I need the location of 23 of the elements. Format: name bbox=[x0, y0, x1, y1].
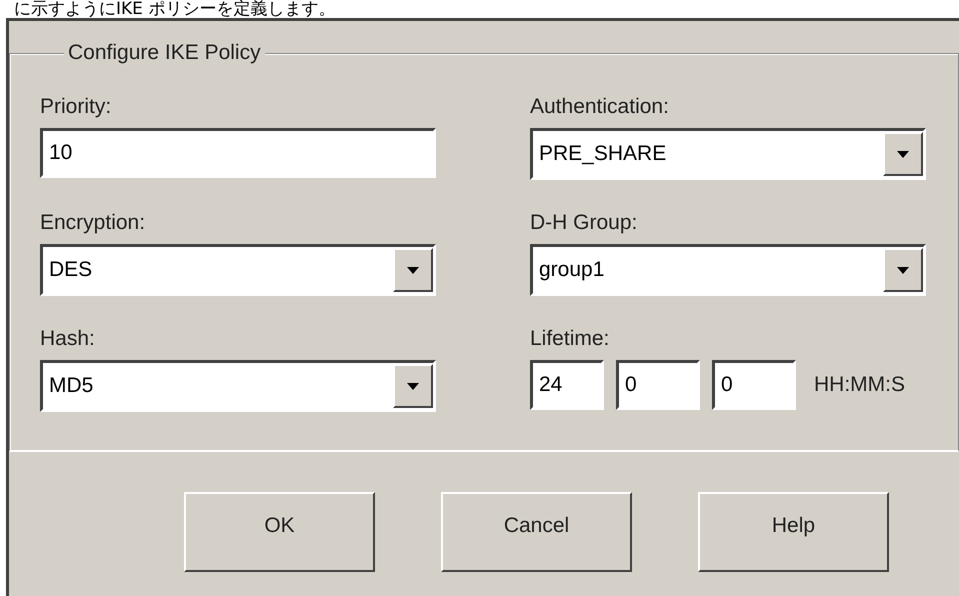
dropdown[interactable]: DES bbox=[40, 244, 436, 296]
dropdown[interactable]: PRE_SHARE bbox=[530, 128, 926, 180]
field-label: D-H Group: bbox=[530, 210, 638, 236]
dialog-button[interactable]: Cancel bbox=[441, 492, 632, 572]
caret-icon bbox=[897, 150, 909, 158]
unit-label: HH:MM:S bbox=[814, 373, 905, 397]
group-title: Configure IKE Policy bbox=[64, 41, 265, 65]
dropdown[interactable]: MD5 bbox=[40, 360, 436, 412]
field-label: Encryption: bbox=[40, 210, 146, 236]
text-field[interactable]: 10 bbox=[40, 128, 436, 178]
caret-icon bbox=[407, 382, 419, 390]
field-label: Priority: bbox=[40, 94, 112, 120]
time-field[interactable]: 0 bbox=[712, 360, 796, 410]
dialog-button[interactable]: OK bbox=[184, 492, 375, 572]
caret-icon bbox=[897, 266, 909, 274]
time-field[interactable]: 0 bbox=[616, 360, 700, 410]
dropdown[interactable]: group1 bbox=[530, 244, 926, 296]
field-label: Hash: bbox=[40, 326, 95, 352]
dialog-button[interactable]: Help bbox=[698, 492, 889, 572]
caret-icon bbox=[407, 266, 419, 274]
field-label: Lifetime: bbox=[530, 326, 610, 352]
field-label: Authentication: bbox=[530, 94, 669, 120]
time-field[interactable]: 24 bbox=[530, 360, 604, 410]
